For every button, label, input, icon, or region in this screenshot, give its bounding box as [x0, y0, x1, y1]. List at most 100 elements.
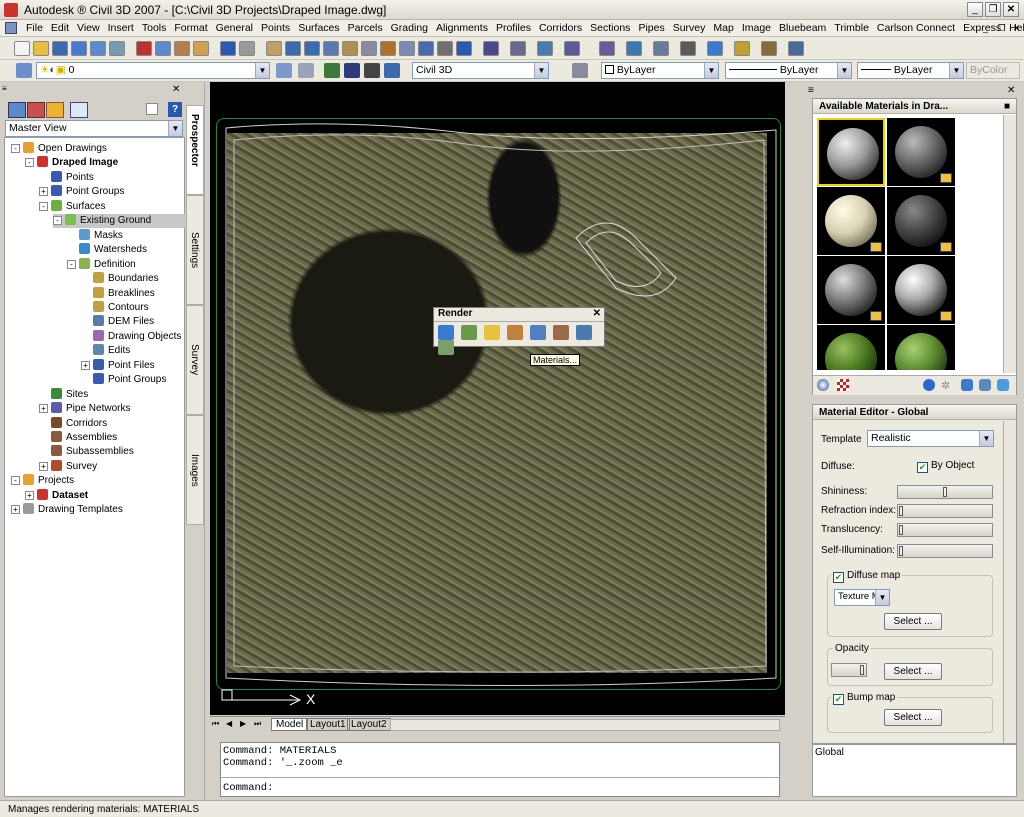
new-icon[interactable] — [14, 41, 30, 56]
slider-thumb[interactable] — [899, 506, 903, 516]
remove-material-icon[interactable] — [979, 379, 991, 391]
tree-item-watersheds[interactable]: Watersheds — [67, 243, 147, 257]
menu-corridors[interactable]: Corridors — [535, 22, 586, 34]
expand-icon[interactable]: + — [81, 360, 90, 370]
aligned-icon[interactable] — [599, 41, 615, 56]
close-icon[interactable]: ✕ — [593, 308, 601, 319]
toolbox-icon[interactable] — [27, 102, 45, 118]
properties-icon[interactable] — [342, 41, 358, 56]
collapse-icon[interactable]: - — [11, 476, 20, 486]
tree-item-point-groups[interactable]: + Point Groups — [39, 185, 124, 199]
style-icon-4[interactable] — [384, 63, 400, 78]
layer-manager-icon[interactable] — [16, 63, 32, 78]
chevron-down-icon[interactable]: ▼ — [875, 590, 889, 605]
by-object-checkbox[interactable]: ✔ By Object — [917, 460, 974, 473]
sheet-set-icon[interactable] — [399, 41, 415, 56]
material-swatch[interactable] — [887, 256, 955, 324]
zoom-realtime-icon[interactable] — [285, 41, 301, 56]
dimension-icon[interactable] — [564, 41, 580, 56]
menu-profiles[interactable]: Profiles — [492, 22, 535, 34]
sphere-icon[interactable] — [817, 379, 829, 391]
slider-thumb[interactable] — [899, 546, 903, 556]
tab-images[interactable]: Images — [186, 415, 204, 525]
tree-item-boundaries[interactable]: Boundaries — [81, 272, 159, 286]
tree-item-points[interactable]: Points — [39, 170, 94, 185]
doc-minimize-button[interactable]: _ — [980, 23, 991, 34]
help-icon[interactable] — [456, 41, 472, 56]
background-icon[interactable] — [576, 325, 593, 340]
save-icon[interactable] — [52, 41, 68, 56]
material-icon[interactable] — [761, 41, 777, 56]
menu-sections[interactable]: Sections — [586, 22, 634, 34]
chevron-down-icon[interactable]: ▼ — [704, 63, 718, 78]
view-select[interactable]: Master View ▼ — [5, 120, 183, 137]
tab-prospector[interactable]: Prospector — [186, 105, 204, 195]
regen-icon[interactable] — [653, 41, 669, 56]
tree-item-dataset[interactable]: + Dataset — [25, 488, 88, 503]
tree-item-drawing-templates[interactable]: + Drawing Templates — [11, 503, 123, 517]
close-button[interactable]: ✕ — [1003, 2, 1019, 17]
calculator-icon[interactable] — [437, 41, 453, 56]
tree-item-dem-files[interactable]: DEM Files — [81, 315, 154, 329]
refraction-slider[interactable] — [897, 504, 993, 518]
copy-icon[interactable] — [155, 41, 171, 56]
material-swatch[interactable] — [817, 118, 885, 186]
tab-survey[interactable]: Survey — [186, 305, 204, 415]
slider-thumb[interactable] — [860, 665, 864, 675]
menu-image[interactable]: Image — [738, 22, 775, 34]
collapse-icon[interactable]: - — [39, 201, 48, 211]
undo-icon[interactable] — [220, 41, 236, 56]
chevron-down-icon[interactable]: ▼ — [255, 63, 269, 78]
bump-map-checkbox[interactable]: ✔ Bump map — [831, 692, 898, 705]
render-icon[interactable] — [707, 41, 723, 56]
tree-item-existing-ground[interactable]: - Existing Ground — [53, 214, 187, 229]
tree-item-definition[interactable]: - Definition — [67, 257, 136, 272]
tree-item-sites[interactable]: Sites — [39, 387, 88, 402]
render-icon[interactable] — [438, 325, 454, 340]
diffuse-select-button[interactable]: Select ... — [884, 613, 942, 630]
material-swatch[interactable] — [887, 118, 955, 186]
color-combo[interactable]: ByLayer ▼ — [601, 62, 719, 79]
item-view-icon[interactable] — [146, 103, 158, 115]
transparent-icon[interactable] — [510, 41, 526, 56]
style-icon-3[interactable] — [364, 63, 380, 78]
expand-icon[interactable]: + — [39, 461, 48, 471]
material-swatch[interactable] — [817, 325, 885, 370]
expand-icon[interactable]: + — [39, 187, 48, 197]
tab-last-icon[interactable]: ⏭ — [254, 719, 261, 729]
material-swatch[interactable] — [887, 325, 955, 370]
menu-grading[interactable]: Grading — [387, 22, 432, 34]
drawing-vscroll[interactable] — [785, 82, 802, 716]
ducs-icon[interactable] — [483, 41, 499, 56]
match-properties-icon[interactable] — [193, 41, 209, 56]
menu-carlson-connect[interactable]: Carlson Connect — [873, 22, 959, 34]
tree-item-surfaces[interactable]: - Surfaces — [39, 199, 105, 214]
menu-edit[interactable]: Edit — [47, 22, 73, 34]
bump-select-button[interactable]: Select ... — [884, 709, 942, 726]
drawing-hscroll[interactable] — [390, 719, 780, 731]
collapse-icon[interactable]: - — [67, 259, 76, 269]
menu-map[interactable]: Map — [709, 22, 737, 34]
menu-bluebeam[interactable]: Bluebeam — [775, 22, 830, 34]
editor-scrollbar[interactable] — [1003, 421, 1016, 743]
template-select[interactable]: Realistic ▼ — [867, 430, 994, 447]
expand-icon[interactable]: + — [39, 404, 48, 414]
tree-item-drawing-objects[interactable]: Drawing Objects — [81, 329, 181, 344]
pan-toolbar-icon[interactable] — [537, 41, 553, 56]
create-material-icon[interactable] — [923, 379, 935, 391]
texture-type-select[interactable]: Texture M ▼ — [834, 589, 890, 606]
tree-item-corridors[interactable]: Corridors — [39, 416, 107, 431]
chevron-down-icon[interactable]: ▼ — [534, 63, 548, 78]
plot-preview-icon[interactable] — [90, 41, 106, 56]
markup-icon[interactable] — [418, 41, 434, 56]
menu-file[interactable]: File — [22, 22, 47, 34]
chevron-down-icon[interactable]: ▼ — [837, 63, 851, 78]
document-icon[interactable] — [5, 22, 17, 34]
layer-combo[interactable]: ☀◐▣ 0 ▼ — [36, 62, 270, 79]
tab-layout1[interactable]: Layout1 — [306, 718, 350, 731]
tree-item-edits[interactable]: Edits — [81, 344, 130, 358]
redo-icon[interactable] — [239, 41, 255, 56]
help-icon[interactable]: ? — [168, 102, 182, 117]
tree-item-survey[interactable]: + Survey — [39, 459, 97, 474]
tab-settings[interactable]: Settings — [186, 195, 204, 305]
